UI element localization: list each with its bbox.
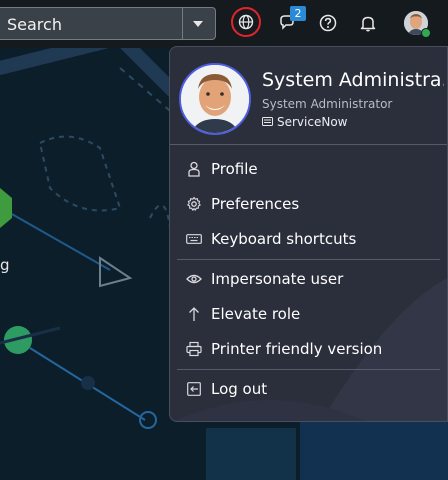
menu-item-keyboard-shortcuts[interactable]: Keyboard shortcuts xyxy=(186,227,436,251)
keyboard-icon xyxy=(186,231,202,247)
search-divider xyxy=(182,8,183,39)
menu-item-impersonate-user[interactable]: Impersonate user xyxy=(186,267,436,291)
logout-icon xyxy=(186,381,202,397)
user-role: System Administrator xyxy=(262,97,393,111)
notifications-button[interactable] xyxy=(358,13,378,33)
globe-icon xyxy=(238,14,254,30)
menu-item-label: Preferences xyxy=(211,195,300,213)
arrow-up-icon xyxy=(186,306,202,322)
eye-icon xyxy=(186,271,202,287)
user-menu-dropdown: System Administra… System Administrator … xyxy=(169,46,448,422)
menu-item-printer-friendly-version[interactable]: Printer friendly version xyxy=(186,337,436,361)
menu-item-label: Printer friendly version xyxy=(211,340,383,358)
online-status-dot xyxy=(421,28,431,38)
background-partial-text: g xyxy=(0,256,10,274)
menu-divider xyxy=(170,144,447,145)
chat-badge: 2 xyxy=(290,6,306,21)
gear-icon xyxy=(186,196,202,212)
menu-item-elevate-role[interactable]: Elevate role xyxy=(186,302,436,326)
printer-icon xyxy=(186,341,202,357)
bell-icon xyxy=(360,16,376,32)
help-button[interactable] xyxy=(318,13,338,33)
profile-avatar xyxy=(179,63,251,135)
menu-item-label: Impersonate user xyxy=(211,270,344,288)
menu-item-label: Elevate role xyxy=(211,305,301,323)
person-icon xyxy=(186,161,202,177)
menu-item-label: Keyboard shortcuts xyxy=(211,230,357,248)
menu-item-preferences[interactable]: Preferences xyxy=(186,192,436,216)
help-icon xyxy=(319,14,337,32)
instance-name: ServiceNow xyxy=(277,115,348,129)
menu-divider xyxy=(177,259,440,260)
user-display-name: System Administra… xyxy=(262,69,444,91)
menu-item-log-out[interactable]: Log out xyxy=(186,377,436,401)
global-search[interactable]: Search xyxy=(0,7,216,40)
menu-item-profile[interactable]: Profile xyxy=(186,157,436,181)
language-globe-button[interactable] xyxy=(231,7,261,37)
instance-icon xyxy=(262,117,273,126)
menu-item-label: Log out xyxy=(211,380,268,398)
search-input[interactable]: Search xyxy=(7,15,62,34)
search-scope-chevron-down-icon[interactable] xyxy=(193,21,203,27)
menu-item-label: Profile xyxy=(211,160,258,178)
menu-divider xyxy=(177,369,440,370)
profile-photo xyxy=(181,65,249,133)
